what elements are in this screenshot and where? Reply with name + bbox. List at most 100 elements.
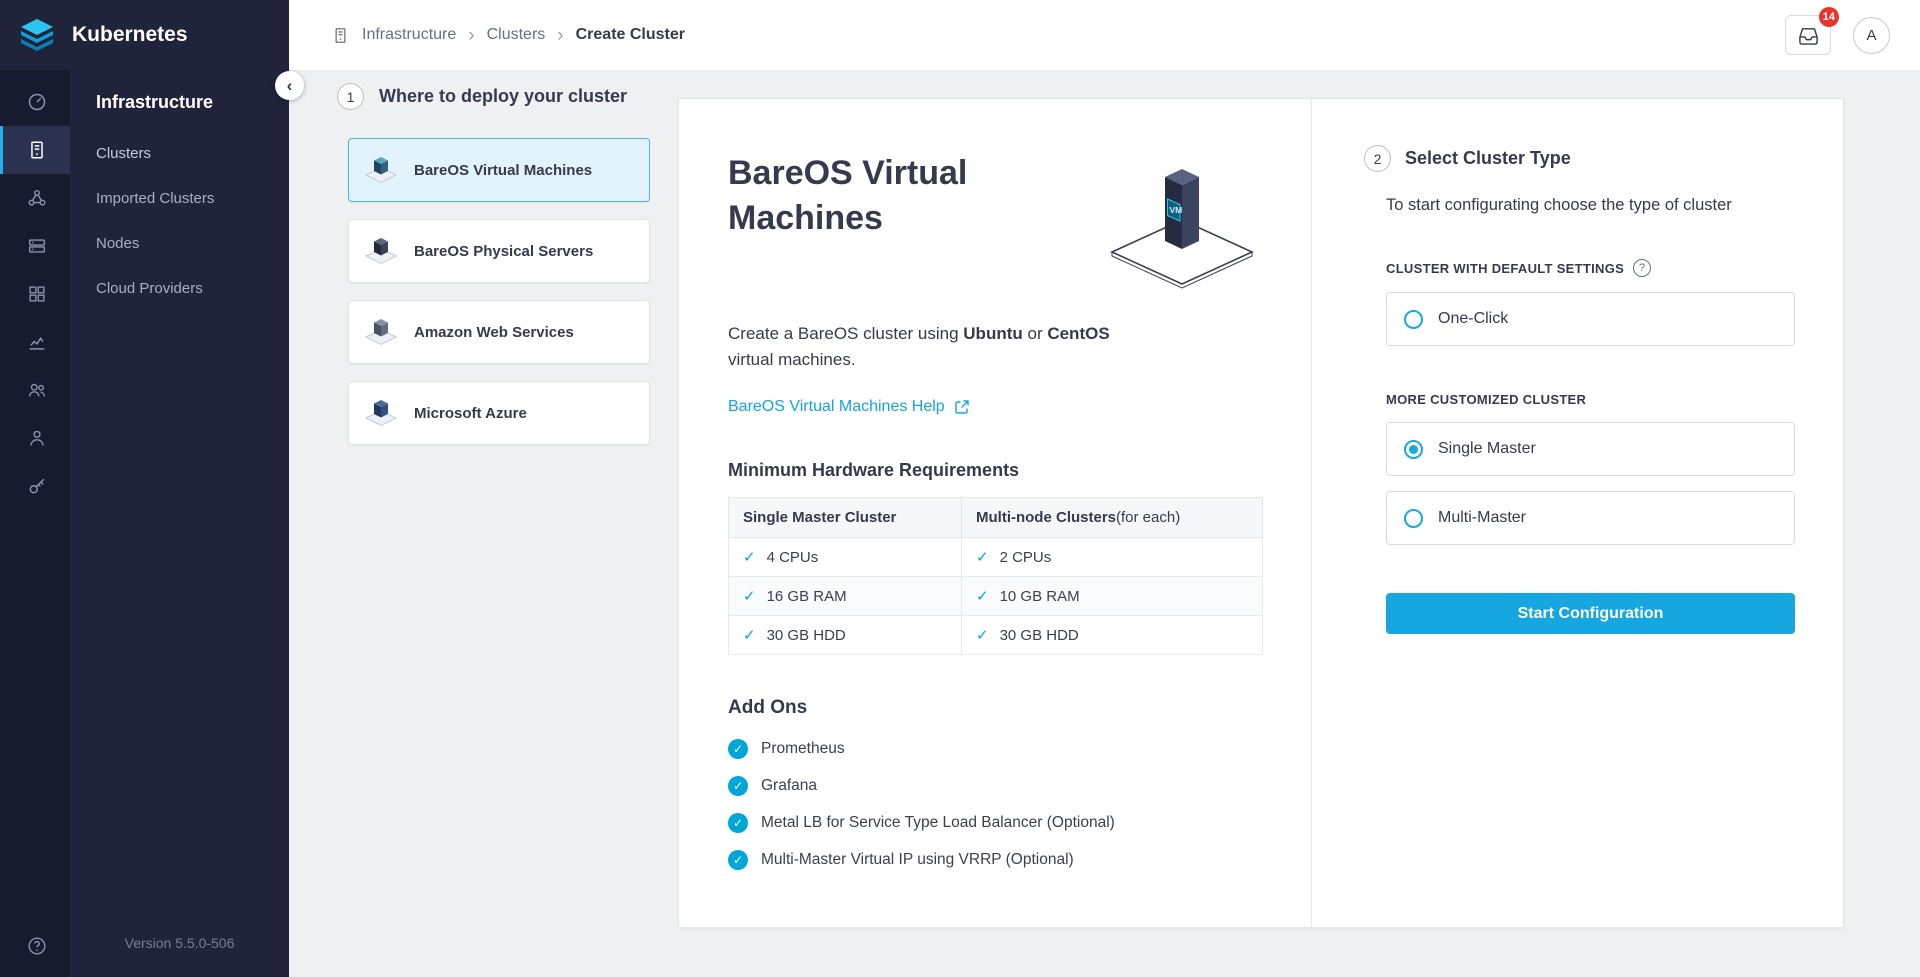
avatar[interactable]: A: [1853, 17, 1890, 54]
inbox-icon: [1797, 25, 1820, 46]
provider-card-azure[interactable]: Microsoft Azure: [348, 381, 650, 445]
svg-text:VM: VM: [1170, 205, 1183, 215]
option-label: Single Master: [1438, 440, 1536, 458]
breadcrumb-infrastructure-icon: [331, 26, 350, 45]
start-configuration-button[interactable]: Start Configuration: [1386, 593, 1795, 634]
sidebar-item-imported-clusters[interactable]: Imported Clusters: [96, 190, 289, 207]
rail-item-apps[interactable]: [0, 174, 70, 222]
addons-list: ✓ Prometheus ✓ Grafana ✓ Metal LB for Se…: [728, 739, 1271, 870]
sidebar-item-cloud-providers[interactable]: Cloud Providers: [96, 280, 289, 297]
step2-body: To start configurating choose the type o…: [1386, 196, 1795, 634]
bareos-vm-icon: [361, 153, 401, 187]
sidebar-item-clusters[interactable]: Clusters: [96, 145, 289, 162]
sidebar-item-nodes[interactable]: Nodes: [96, 235, 289, 252]
hw-cell: ✓16 GB RAM: [729, 576, 962, 615]
check-icon: ✓: [976, 549, 989, 566]
cluster-setup-panel: BareOS Virtual Machines VM Create a Bare…: [678, 98, 1844, 928]
check-icon: ✓: [743, 627, 756, 644]
rail-item-dashboard[interactable]: [0, 78, 70, 126]
breadcrumb-item-infrastructure[interactable]: Infrastructure: [362, 26, 456, 44]
desc-pre: Create a BareOS cluster using: [728, 324, 963, 343]
hardware-requirements-title: Minimum Hardware Requirements: [728, 460, 1271, 481]
content: 1 Where to deploy your cluster BareOS Vi…: [289, 71, 1920, 977]
deploy-target-column: 1 Where to deploy your cluster BareOS Vi…: [337, 83, 650, 462]
app-root: Kubernetes: [0, 0, 1920, 977]
logo-row: Kubernetes: [0, 0, 289, 70]
main-area: Infrastructure › Clusters › Create Clust…: [289, 0, 1920, 977]
breadcrumb-separator-icon: ›: [557, 26, 563, 45]
hw-cell: ✓10 GB RAM: [962, 576, 1263, 615]
step2-subtitle: To start configurating choose the type o…: [1386, 196, 1795, 215]
hardware-requirements-table: Single Master Cluster Multi-node Cluster…: [728, 497, 1263, 655]
customized-cluster-label-text: MORE CUSTOMIZED CLUSTER: [1386, 392, 1586, 407]
user-icon: [26, 427, 48, 449]
provider-label: Microsoft Azure: [414, 405, 527, 422]
hw-value: 4 CPUs: [767, 549, 819, 566]
hw-row-cpu: ✓4 CPUs ✓2 CPUs: [729, 537, 1263, 576]
teams-icon: [26, 379, 48, 401]
rail-item-teams[interactable]: [0, 366, 70, 414]
hw-col-single-master: Single Master Cluster: [729, 497, 962, 537]
nav-spacer: [96, 325, 289, 935]
radio-unchecked-icon: [1404, 509, 1423, 528]
aws-icon: [361, 315, 401, 349]
sidebar-collapse-button[interactable]: ‹: [275, 71, 304, 100]
check-icon: ✓: [976, 588, 989, 605]
grid-icon: [26, 283, 48, 305]
details-description: Create a BareOS cluster using Ubuntu or …: [728, 321, 1138, 374]
default-settings-label: CLUSTER WITH DEFAULT SETTINGS ?: [1386, 259, 1795, 277]
version-label: Version 5.5.0-506: [70, 935, 289, 977]
icon-rail: [0, 70, 70, 977]
cluster-type-option-single-master[interactable]: Single Master: [1386, 422, 1795, 476]
rail-item-monitoring[interactable]: [0, 318, 70, 366]
rail-item-users[interactable]: [0, 414, 70, 462]
collapse-chevron-icon: ‹: [287, 76, 293, 96]
desc-mid: or: [1023, 324, 1048, 343]
rail-item-storage[interactable]: [0, 222, 70, 270]
rail-item-help[interactable]: [0, 929, 70, 977]
addon-item-prometheus: ✓ Prometheus: [728, 739, 1271, 759]
dashboard-icon: [26, 91, 48, 113]
option-label: One-Click: [1438, 310, 1508, 328]
rail-item-workloads[interactable]: [0, 270, 70, 318]
addon-item-vrrp: ✓ Multi-Master Virtual IP using VRRP (Op…: [728, 850, 1271, 870]
app-logo-icon: [15, 18, 59, 52]
details-header: BareOS Virtual Machines VM: [728, 151, 1271, 297]
step2-header: 2 Select Cluster Type: [1364, 145, 1795, 172]
key-icon: [26, 475, 48, 497]
hw-cell: ✓30 GB HDD: [962, 615, 1263, 654]
desc-post: virtual machines.: [728, 350, 856, 369]
check-circle-icon: ✓: [728, 850, 748, 870]
cluster-type-section: 2 Select Cluster Type To start configura…: [1312, 99, 1843, 927]
step1-title: Where to deploy your cluster: [379, 86, 627, 107]
provider-label: BareOS Virtual Machines: [414, 162, 592, 179]
step1-header: 1 Where to deploy your cluster: [337, 83, 650, 110]
notifications-button[interactable]: 14: [1785, 15, 1831, 55]
hw-value: 30 GB HDD: [1000, 627, 1079, 644]
provider-card-bareos-vm[interactable]: BareOS Virtual Machines: [348, 138, 650, 202]
desc-os-ubuntu: Ubuntu: [963, 324, 1022, 343]
notification-badge: 14: [1819, 7, 1839, 27]
details-title: BareOS Virtual Machines: [728, 151, 1028, 241]
provider-details: BareOS Virtual Machines VM Create a Bare…: [679, 99, 1312, 927]
hw-value: 30 GB HDD: [767, 627, 846, 644]
radio-unchecked-icon: [1404, 310, 1423, 329]
provider-card-bareos-physical[interactable]: BareOS Physical Servers: [348, 219, 650, 283]
breadcrumb: Infrastructure › Clusters › Create Clust…: [331, 26, 685, 45]
help-link[interactable]: BareOS Virtual Machines Help: [728, 398, 970, 416]
cluster-type-option-multi-master[interactable]: Multi-Master: [1386, 491, 1795, 545]
radio-checked-icon: [1404, 440, 1423, 459]
desc-os-centos: CentOS: [1047, 324, 1109, 343]
sidebar-body: Infrastructure Clusters Imported Cluster…: [0, 70, 289, 977]
provider-label: Amazon Web Services: [414, 324, 574, 341]
step1-number-badge: 1: [337, 83, 364, 110]
provider-card-aws[interactable]: Amazon Web Services: [348, 300, 650, 364]
hw-col-multi-node: Multi-node Clusters(for each): [962, 497, 1263, 537]
rail-item-access[interactable]: [0, 462, 70, 510]
breadcrumb-item-clusters[interactable]: Clusters: [487, 26, 546, 44]
rail-item-infrastructure[interactable]: [0, 126, 70, 174]
cluster-type-option-one-click[interactable]: One-Click: [1386, 292, 1795, 346]
hw-row-ram: ✓16 GB RAM ✓10 GB RAM: [729, 576, 1263, 615]
vm-illustration: VM: [1087, 157, 1267, 297]
default-settings-help-icon[interactable]: ?: [1633, 259, 1651, 277]
